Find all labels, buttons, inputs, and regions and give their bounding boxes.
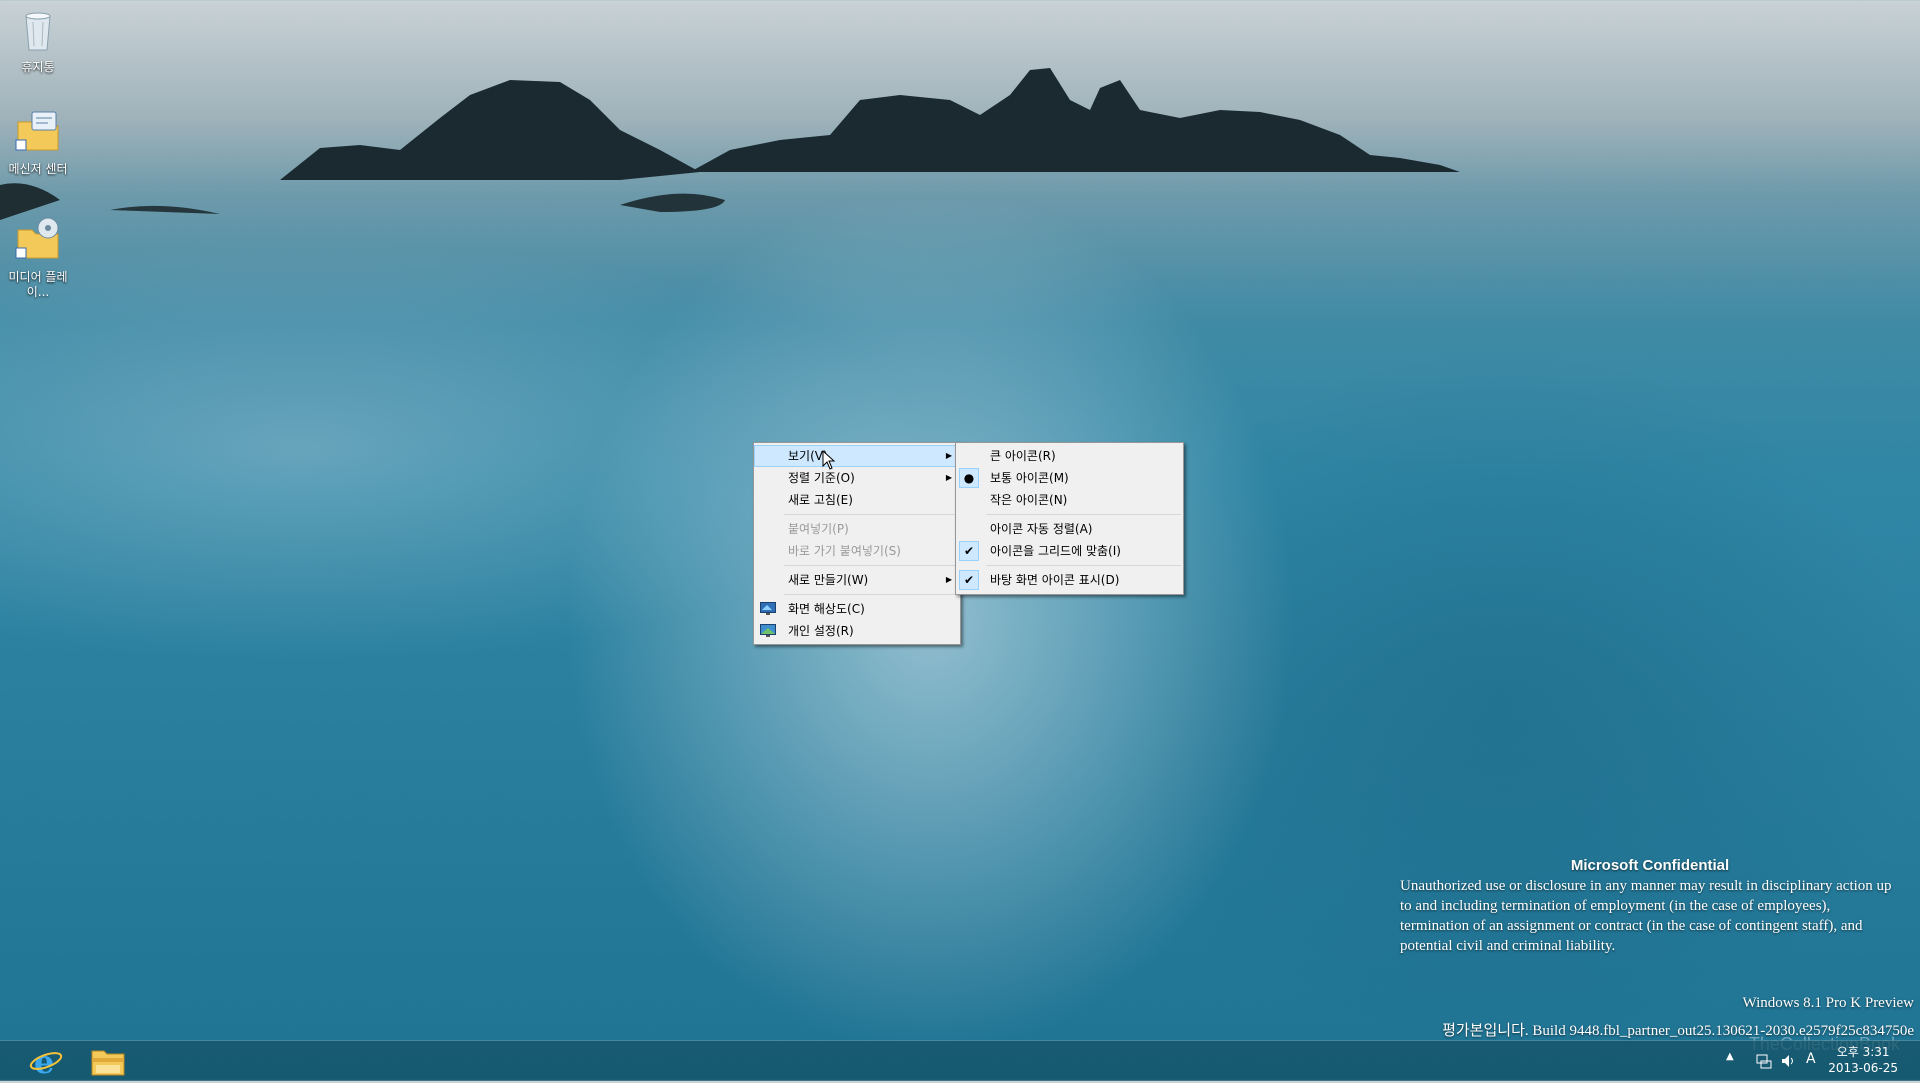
taskbar-file-explorer[interactable] [82,1043,134,1079]
menu-item-show-desktop-icons[interactable]: ✔ 바탕 화면 아이콘 표시(D) [956,569,1183,591]
recycle-bin-icon [25,12,51,51]
taskbar-internet-explorer[interactable]: e [20,1043,72,1081]
desktop-icon-label: 메신저 센터 [8,162,68,176]
desktop-context-menu: 보기(V) ▶ 정렬 기준(O) ▶ 새로 고침(E) 붙여넣기(P) 바로 가… [753,442,961,645]
clock[interactable]: 오후 3:31 2013-06-25 [1828,1044,1898,1076]
radio-bullet-icon: ● [959,468,979,488]
submenu-arrow-icon: ▶ [945,575,952,584]
menu-item-new[interactable]: 새로 만들기(W) ▶ [754,569,960,591]
messenger-center-folder-icon [15,111,59,151]
menu-item-label: 개인 설정(R) [788,624,854,638]
notice-title: Microsoft Confidential [1570,857,1730,874]
menu-item-refresh[interactable]: 새로 고침(E) [754,489,960,511]
personalize-icon [760,624,776,637]
menu-item-small-icons[interactable]: 작은 아이콘(N) [956,489,1183,511]
menu-item-label: 큰 아이콘(R) [990,449,1056,463]
clock-date: 2013-06-25 [1828,1061,1898,1075]
menu-separator [784,514,958,515]
submenu-arrow-icon: ▶ [945,451,952,460]
menu-separator [784,565,958,566]
desktop-icon-recycle-bin[interactable]: 휴지통 [0,6,76,75]
clock-time: 오후 3:31 [1836,1045,1890,1059]
checkmark-icon: ✔ [959,541,979,561]
menu-item-medium-icons[interactable]: ● 보통 아이콘(M) [956,467,1183,489]
menu-item-screen-resolution[interactable]: 화면 해상도(C) [754,598,960,620]
menu-item-label: 작은 아이콘(N) [990,493,1068,507]
network-icon[interactable] [1756,1053,1772,1069]
screen-resolution-icon [760,602,776,615]
menu-item-label: 바탕 화면 아이콘 표시(D) [990,573,1120,587]
desktop-icon-label: 미디어 플레이... [8,270,68,299]
menu-item-label: 아이콘을 그리드에 맞춤(I) [990,544,1121,558]
checkmark-icon: ✔ [959,570,979,590]
desktop-icon-media-player[interactable]: 미디어 플레이... [0,216,76,300]
menu-item-label: 붙여넣기(P) [788,522,849,536]
menu-item-label: 새로 고침(E) [788,493,853,507]
mouse-cursor-icon [822,450,836,470]
menu-item-label: 바로 가기 붙여넣기(S) [788,544,901,558]
view-submenu: 큰 아이콘(R) ● 보통 아이콘(M) 작은 아이콘(N) 아이콘 자동 정렬… [955,442,1184,595]
menu-item-large-icons[interactable]: 큰 아이콘(R) [956,445,1183,467]
menu-separator [986,565,1181,566]
volume-icon[interactable] [1780,1053,1796,1069]
confidential-notice: Microsoft Confidential Unauthorized use … [1400,856,1900,956]
menu-item-label: 화면 해상도(C) [788,602,865,616]
menu-item-label: 정렬 기준(O) [788,471,855,485]
notice-body: Unauthorized use or disclosure in any ma… [1400,878,1892,954]
svg-text:e: e [34,1043,54,1079]
menu-item-paste[interactable]: 붙여넣기(P) [754,518,960,540]
desktop-icon-label: 휴지통 [21,60,55,74]
build-edition: Windows 8.1 Pro K Preview [1742,995,1914,1011]
menu-item-view[interactable]: 보기(V) ▶ [754,445,960,467]
menu-item-auto-arrange[interactable]: 아이콘 자동 정렬(A) [956,518,1183,540]
menu-item-paste-shortcut[interactable]: 바로 가기 붙여넣기(S) [754,540,960,562]
ime-indicator[interactable]: A [1806,1051,1816,1067]
menu-item-sort-by[interactable]: 정렬 기준(O) ▶ [754,467,960,489]
submenu-arrow-icon: ▶ [945,473,952,482]
file-explorer-icon [91,1050,125,1076]
internet-explorer-icon: e [29,1043,63,1081]
menu-separator [986,514,1181,515]
desktop-icon-messenger-center[interactable]: 메신저 센터 [0,108,76,177]
menu-item-label: 아이콘 자동 정렬(A) [990,522,1093,536]
menu-item-label: 새로 만들기(W) [788,573,869,587]
show-hidden-icons-icon[interactable]: ▲ [1726,1051,1734,1062]
menu-separator [784,594,958,595]
menu-item-align-to-grid[interactable]: ✔ 아이콘을 그리드에 맞춤(I) [956,540,1183,562]
media-player-folder-icon [15,217,59,259]
menu-item-personalize[interactable]: 개인 설정(R) [754,620,960,642]
taskbar: e ▲ A 오후 3:31 2013-06-25 [0,1040,1920,1081]
menu-item-label: 보통 아이콘(M) [990,471,1069,485]
